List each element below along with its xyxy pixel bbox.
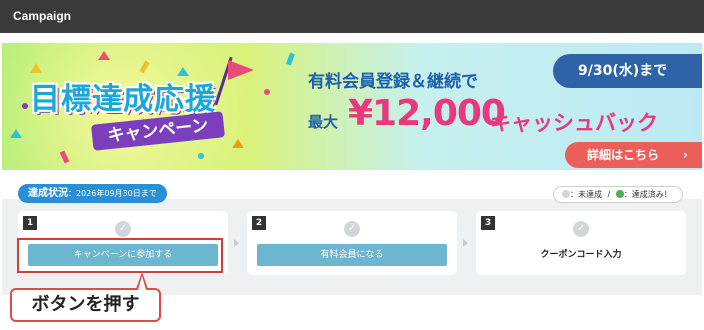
instruction-callout: ボタンを押す [10,288,161,322]
check-icon: ✓ [573,221,589,237]
step-number: 3 [481,216,495,230]
step-card-3: 3 ✓ クーポンコード入力 [476,211,686,275]
confetti-shape [22,103,28,109]
step-number: 2 [252,216,266,230]
top-bar: Campaign [0,0,704,33]
banner-amount: ¥12,000 [348,93,506,134]
check-icon: ✓ [344,221,360,237]
status-badge: 達成状況：2026年09月30日まで [18,184,167,203]
step-card-2: 2 ✓ 有料会員になる [247,211,457,275]
status-label: 達成状況 [28,188,68,199]
coupon-code-step-label: クーポンコード入力 [540,250,622,260]
confetti-shape [232,139,244,148]
incomplete-dot-icon [562,190,570,198]
confetti-shape [98,51,110,60]
status-legend: ：未達成 / ：達成済み！ [553,186,683,203]
step-arrow-icon [234,239,239,247]
details-button[interactable]: 詳細はこちら › [565,142,702,168]
legend-complete-label: ：達成済み！ [623,190,672,199]
flag-icon [228,60,254,80]
details-button-label: 詳細はこちら [587,148,660,162]
page-title: Campaign [13,9,72,23]
banner-headline: 有料会員登録＆継続で [308,72,478,92]
banner-cashback-label: キャッシュバック [490,111,658,135]
banner-deadline-badge: 9/30(水)まで [553,54,702,88]
campaign-logo-main: 目標達成応援 [30,82,216,117]
banner-max-label: 最大 [308,113,339,131]
become-paid-member-button[interactable]: 有料会員になる [257,244,447,266]
complete-dot-icon [615,190,624,198]
chevron-right-icon: › [683,148,688,162]
highlight-box [17,238,223,273]
legend-separator: / [607,190,611,199]
confetti-shape [10,129,22,138]
check-icon: ✓ [115,221,131,237]
confetti-shape [198,153,204,159]
step-arrow-icon [463,239,468,247]
confetti-shape [264,89,270,95]
step-number: 1 [23,216,37,230]
callout-pointer-inner [138,276,146,290]
legend-incomplete-label: ：未達成 [570,190,602,199]
status-deadline: ：2026年09月30日まで [68,189,157,198]
confetti-shape [30,63,42,73]
